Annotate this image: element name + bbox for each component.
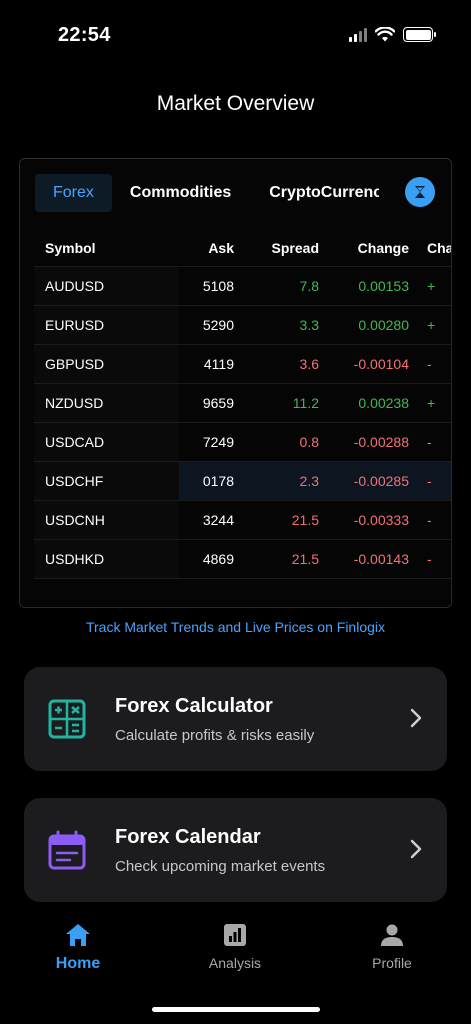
nav-analysis-label: Analysis xyxy=(208,955,262,971)
row-symbol: EURUSD xyxy=(45,317,105,333)
market-overview-card: Forex Commodities CryptoCurrenc Symbol A… xyxy=(19,158,452,608)
battery-icon xyxy=(403,27,436,42)
row-ask: 5290 xyxy=(202,317,234,333)
home-indicator[interactable] xyxy=(152,1007,320,1012)
tab-commodities[interactable]: Commodities xyxy=(112,174,249,212)
row-ask: 0178 xyxy=(202,473,234,489)
row-symbol: AUDUSD xyxy=(45,278,105,294)
nav-analysis[interactable]: Analysis xyxy=(175,915,295,971)
row-change: -0.00143 xyxy=(353,551,409,567)
forex-calendar-card[interactable]: Forex Calendar Check upcoming market eve… xyxy=(24,798,447,902)
row-spread: 2.3 xyxy=(299,473,319,489)
row-spread: 11.2 xyxy=(292,395,319,411)
bottom-tab-bar: Home Analysis Profile xyxy=(0,915,471,985)
row-spread: 0.8 xyxy=(299,434,319,450)
row-symbol: USDCHF xyxy=(45,473,104,489)
row-ask: 3244 xyxy=(202,512,234,528)
row-change-percent: - xyxy=(427,473,432,489)
chevron-right-icon xyxy=(410,708,422,728)
row-change: 0.00280 xyxy=(358,317,409,333)
column-ask[interactable]: Ask xyxy=(174,229,234,266)
table-row[interactable]: USDCNH 3244 21.5 -0.00333 - xyxy=(34,501,451,540)
tab-cryptocurrency[interactable]: CryptoCurrenc xyxy=(249,174,379,212)
forex-calculator-card[interactable]: Forex Calculator Calculate profits & ris… xyxy=(24,667,447,771)
row-change-percent: - xyxy=(427,434,432,450)
row-change-percent: + xyxy=(427,317,436,333)
finlogix-promo-link[interactable]: Track Market Trends and Live Prices on F… xyxy=(0,619,471,635)
nav-home-label: Home xyxy=(55,955,101,972)
status-icons xyxy=(349,27,436,42)
row-spread: 3.6 xyxy=(299,356,319,372)
forex-calendar-title: Forex Calendar xyxy=(115,826,261,848)
row-symbol: GBPUSD xyxy=(45,356,105,372)
forex-calculator-title: Forex Calculator xyxy=(115,695,273,717)
tab-forex[interactable]: Forex xyxy=(35,174,112,212)
market-tabs: Forex Commodities CryptoCurrenc xyxy=(35,174,451,212)
nav-home[interactable]: Home xyxy=(18,915,138,973)
row-change: -0.00104 xyxy=(353,356,409,372)
forex-calendar-subtitle: Check upcoming market events xyxy=(115,858,326,875)
hourglass-icon xyxy=(415,186,425,198)
row-change-percent: + xyxy=(427,395,436,411)
row-change: -0.00333 xyxy=(353,512,409,528)
row-ask: 5108 xyxy=(202,278,234,294)
table-row[interactable]: AUDUSD 5108 7.8 0.00153 + xyxy=(34,267,451,306)
row-change: -0.00288 xyxy=(353,434,409,450)
row-spread: 21.5 xyxy=(291,551,319,567)
nav-profile-label: Profile xyxy=(372,955,412,971)
row-change: 0.00238 xyxy=(358,395,409,411)
calculator-icon xyxy=(48,699,86,739)
row-symbol: USDCAD xyxy=(45,434,105,450)
status-time: 22:54 xyxy=(58,24,111,46)
column-change[interactable]: Change xyxy=(319,229,409,266)
table-row[interactable]: USDHKD 4869 21.5 -0.00143 - xyxy=(34,540,451,579)
table-row[interactable]: GBPUSD 4119 3.6 -0.00104 - xyxy=(34,345,451,384)
page-title: Market Overview xyxy=(156,92,315,115)
column-symbol[interactable]: Symbol xyxy=(45,229,175,266)
row-ask: 9659 xyxy=(202,395,234,411)
row-change-percent: - xyxy=(427,551,432,567)
table-header: Symbol Ask Spread Change Cha xyxy=(34,229,451,267)
chevron-right-icon xyxy=(410,839,422,859)
nav-profile[interactable]: Profile xyxy=(332,915,452,971)
table-row[interactable]: NZDUSD 9659 11.2 0.00238 + xyxy=(34,384,451,423)
calendar-icon xyxy=(48,830,86,870)
forex-table: Symbol Ask Spread Change Cha AUDUSD 5108 7… xyxy=(34,229,451,579)
row-change-percent: - xyxy=(427,356,432,372)
forex-calculator-subtitle: Calculate profits & risks easily xyxy=(115,727,315,744)
row-ask: 4119 xyxy=(203,356,234,372)
row-change: 0.00153 xyxy=(358,278,409,294)
table-row[interactable]: USDCHF 0178 2.3 -0.00285 - xyxy=(34,462,451,501)
row-change: -0.00285 xyxy=(353,473,409,489)
cellular-signal-icon xyxy=(349,27,367,42)
column-change-percent[interactable]: Cha xyxy=(427,229,451,266)
home-icon xyxy=(66,924,90,946)
row-spread: 21.5 xyxy=(291,512,319,528)
row-symbol: NZDUSD xyxy=(45,395,104,411)
table-row[interactable]: EURUSD 5290 3.3 0.00280 + xyxy=(34,306,451,345)
table-row[interactable]: USDCAD 7249 0.8 -0.00288 - xyxy=(34,423,451,462)
row-symbol: USDCNH xyxy=(45,512,105,528)
row-symbol: USDHKD xyxy=(45,551,105,567)
row-spread: 3.3 xyxy=(299,317,319,333)
wifi-icon xyxy=(375,27,395,42)
row-spread: 7.8 xyxy=(299,278,319,294)
row-change-percent: - xyxy=(427,512,432,528)
row-ask: 4869 xyxy=(202,551,234,567)
profile-person-icon xyxy=(381,924,403,946)
column-spread[interactable]: Spread xyxy=(244,229,319,266)
finlogix-logo-icon[interactable] xyxy=(405,177,435,207)
row-change-percent: + xyxy=(427,278,436,294)
row-ask: 7249 xyxy=(202,434,234,450)
analysis-chart-icon xyxy=(224,924,246,946)
status-bar: 22:54 xyxy=(0,0,471,70)
